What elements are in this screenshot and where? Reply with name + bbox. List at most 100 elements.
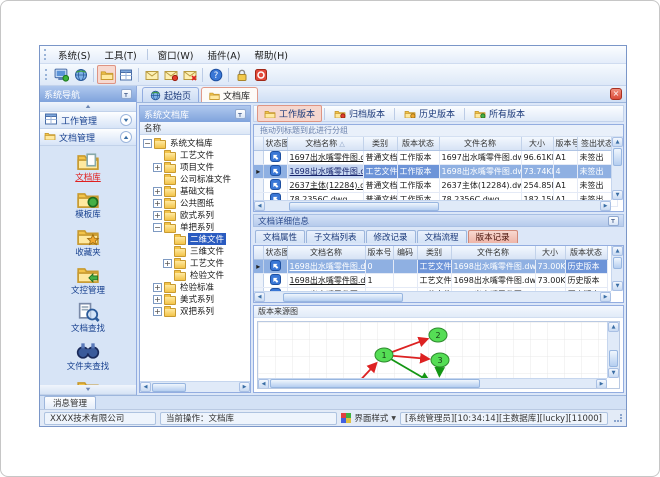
tree-node-单把系列[interactable]: 单把系列 [140,221,250,233]
tree-node-公司标准文件[interactable]: 公司标准文件 [140,173,250,185]
scroll-down-icon[interactable] [612,190,623,200]
menu-item-2[interactable]: 窗口(W) [151,46,201,64]
document-name-link[interactable]: 1698出水嘴零件图.dwg [290,262,365,271]
tab-文档库[interactable]: 文档库 [201,87,259,102]
column-header-版本状态[interactable]: 版本状态 [397,137,440,151]
column-header-版本号[interactable]: 版本号 [365,246,394,260]
close-icon[interactable]: × [610,88,622,100]
mail-new-button[interactable] [161,65,180,84]
tree-node-美式系列[interactable]: 美式系列 [140,293,250,305]
chevron-up-icon[interactable] [120,131,132,143]
document-name-link[interactable]: 1698出水嘴零件图.dwg [290,276,365,285]
table-row[interactable]: 2637主体(12284).dwg普通文档工作版本2637主体(12284).d… [254,178,618,193]
expand-icon[interactable] [153,198,162,208]
scroll-thumb[interactable] [283,292,403,302]
sidebar-item-文件夹查找[interactable]: 文件夹查找 [67,340,109,372]
tab-起始页[interactable]: 起始页 [142,87,200,102]
document-name-link[interactable]: 1698出水嘴零件图.dwg [290,167,363,176]
scroll-thumb[interactable] [270,379,480,388]
sidebar-item-模板库[interactable]: 模板库 [75,189,101,220]
horizontal-scrollbar[interactable] [254,291,611,302]
help-button[interactable]: ? [206,65,225,84]
table-row[interactable]: 1698出水嘴零件图.dwg0工艺文件1698出水嘴零件图.dwg73.00KB… [254,259,608,274]
collapse-icon[interactable] [143,138,152,148]
column-header-文档名称[interactable]: 文档名称 [287,137,364,151]
scroll-left-icon[interactable] [254,292,265,302]
column-header-文档名称[interactable]: 文档名称 [287,246,366,260]
sidebar-item-文档查找[interactable]: 文档查找 [71,302,105,334]
scroll-left-icon[interactable] [258,378,269,388]
scroll-thumb[interactable] [613,148,622,166]
detail-tab-文档属性[interactable]: 文档属性 [255,230,306,243]
column-header-文件名称[interactable]: 文件名称 [451,246,536,260]
horizontal-scrollbar[interactable] [140,381,250,392]
scroll-up-icon[interactable] [608,322,619,332]
menu-item-1[interactable]: 工具(T) [97,46,143,64]
scroll-thumb[interactable] [152,382,186,392]
version-button-归档版本[interactable]: 归档版本 [327,105,392,122]
version-button-历史版本[interactable]: 历史版本 [397,105,462,122]
tree-node-双把系列[interactable]: 双把系列 [140,305,250,317]
scroll-thumb[interactable] [609,350,618,367]
column-header-编码[interactable]: 编码 [393,246,418,260]
pin-icon[interactable] [121,89,132,99]
expand-icon[interactable] [153,282,162,292]
sidebar-item-文档库[interactable]: 文档库 [75,151,101,183]
scroll-up-icon[interactable] [612,246,623,256]
expand-icon[interactable] [153,186,162,196]
column-header-大小[interactable]: 大小 [535,246,566,260]
collapse-icon[interactable] [153,222,162,232]
detail-tab-版本记录[interactable]: 版本记录 [467,230,518,243]
detail-tab-文档流程[interactable]: 文档流程 [416,230,467,243]
tree-node-二维文件[interactable]: 二维文件 [140,233,250,245]
table-row[interactable]: 1698出水嘴零件图.dwg1工艺文件1698出水嘴零件图.dwg73.00KB… [254,273,608,288]
column-header-状态图[interactable]: 状态图 [263,137,288,151]
ui-style-selector[interactable]: 界面样式 ▼ [341,412,396,424]
sidebar-collapse-button[interactable] [40,102,136,112]
pin-icon[interactable] [235,109,246,119]
document-name-link[interactable]: 1697出水嘴零件图.dwg [290,153,363,162]
detail-tab-子文档列表[interactable]: 子文档列表 [306,230,365,243]
horizontal-scrollbar[interactable] [254,200,611,211]
tree-node-欧式系列[interactable]: 欧式系列 [140,209,250,221]
tree-node-系统文档库[interactable]: 系统文档库 [140,137,250,149]
vertical-scrollbar[interactable] [607,322,619,378]
sidebar-item-文控管理[interactable]: 文控管理 [71,264,105,296]
detail-tab-修改记录[interactable]: 修改记录 [365,230,416,243]
pin-icon[interactable] [608,215,619,226]
version-button-工作版本[interactable]: 工作版本 [257,105,323,122]
chevron-down-icon[interactable] [120,114,132,126]
grid-window-button[interactable] [116,65,135,84]
message-panel-tab[interactable]: 消息管理 [44,396,97,409]
expand-icon[interactable] [153,306,162,316]
scroll-down-icon[interactable] [608,368,619,378]
scroll-down-icon[interactable] [612,281,623,291]
column-header-类别[interactable]: 类别 [417,246,452,260]
scroll-right-icon[interactable] [600,292,611,302]
menu-item-4[interactable]: 帮助(H) [247,46,295,64]
table-row[interactable]: 1697出水嘴零件图.dwg普通文档工作版本1697出水嘴零件图.dwg96.6… [254,150,618,165]
version-node-3[interactable]: 3 [430,352,450,368]
sidebar-scroll-down-button[interactable] [40,385,136,395]
resize-grip[interactable] [614,414,622,422]
expand-icon[interactable] [163,258,172,268]
expand-icon[interactable] [153,162,162,172]
tree-node-工艺文件[interactable]: 工艺文件 [140,149,250,161]
version-node-1[interactable]: 1 [374,347,394,363]
table-row[interactable]: 1698出水嘴零件图.dwg工艺文件工作版本1698出水嘴零件图.dwg73.7… [254,164,618,179]
power-button[interactable] [251,65,270,84]
expand-icon[interactable] [153,210,162,220]
scroll-right-icon[interactable] [596,378,607,388]
version-button-所有版本[interactable]: 所有版本 [467,105,532,122]
sidebar-group-docs[interactable]: 文档管理 [40,129,136,146]
scroll-left-icon[interactable] [254,201,265,211]
tree-node-基础文档[interactable]: 基础文档 [140,185,250,197]
sidebar-item-收藏夹[interactable]: 收藏夹 [75,226,101,258]
scroll-up-icon[interactable] [612,137,623,147]
tree-node-项目文件[interactable]: 项目文件 [140,161,250,173]
column-header-类别[interactable]: 类别 [363,137,398,151]
vertical-scrollbar[interactable] [611,137,623,200]
sidebar-group-work[interactable]: 工作管理 [40,112,136,129]
scroll-right-icon[interactable] [239,382,250,392]
scroll-thumb[interactable] [289,201,439,211]
